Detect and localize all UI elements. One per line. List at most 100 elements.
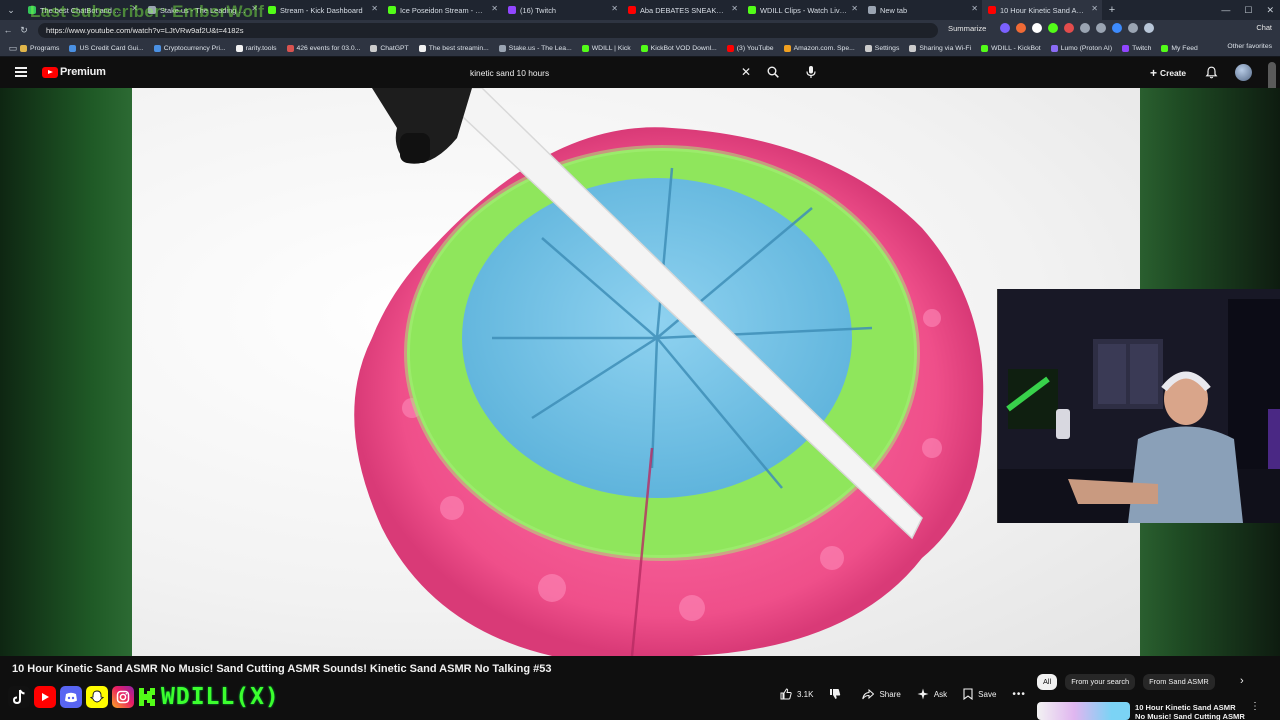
ask-label: Ask: [933, 689, 948, 699]
url-field[interactable]: https://www.youtube.com/watch?v=LJtVRw9a…: [38, 22, 938, 38]
profile-icon[interactable]: [1144, 23, 1154, 33]
close-tab-icon[interactable]: ✕: [851, 4, 858, 13]
ambient-glow-left: [0, 88, 132, 656]
filter-chip[interactable]: From your search: [1065, 674, 1136, 690]
chevron-right-icon[interactable]: ›: [1240, 675, 1244, 687]
extension-icon[interactable]: [1112, 23, 1122, 33]
next-video-thumbnail[interactable]: [1037, 702, 1130, 720]
close-tab-icon[interactable]: ✕: [491, 4, 498, 13]
bookmark-item[interactable]: (3) YouTube: [726, 44, 774, 52]
new-tab-button[interactable]: +: [1102, 4, 1122, 16]
chat-button[interactable]: Chat: [1256, 23, 1272, 32]
search-icon[interactable]: [767, 66, 779, 78]
bookmark-item[interactable]: rarity.tools: [235, 44, 277, 52]
screen: ⌄ The best ChatBot and Widgets fo✕Stake.…: [0, 0, 1280, 720]
menu-icon[interactable]: [15, 67, 27, 77]
browser-tab[interactable]: Ice Poseidon Stream - Watch Live✕: [382, 0, 502, 20]
save-button[interactable]: Save: [955, 684, 1004, 704]
extension-icon[interactable]: [1096, 23, 1106, 33]
bookmark-item[interactable]: WDILL | Kick: [581, 44, 631, 52]
tab-actions-menu-icon[interactable]: ⌄: [0, 0, 22, 20]
bookmark-item[interactable]: WDILL - KickBot: [981, 44, 1041, 52]
microphone-icon[interactable]: [805, 65, 817, 79]
extension-icon[interactable]: [1000, 23, 1010, 33]
more-actions-icon[interactable]: •••: [1004, 684, 1034, 704]
extension-icon[interactable]: [1032, 23, 1042, 33]
search-input[interactable]: kinetic sand 10 hours: [463, 63, 761, 83]
bookmark-item[interactable]: The best streamin...: [418, 44, 489, 52]
extension-icon[interactable]: [1080, 23, 1090, 33]
bookmark-favicon-icon: [286, 44, 294, 52]
bookmark-item[interactable]: US Credit Card Gui...: [69, 44, 144, 52]
bookmark-item[interactable]: Cryptocurrency Pri...: [153, 44, 226, 52]
next-video-title[interactable]: 10 Hour Kinetic Sand ASMR No Music! Sand…: [1135, 703, 1245, 720]
bookmark-item[interactable]: Settings: [864, 44, 899, 52]
close-tab-icon[interactable]: ✕: [1091, 4, 1098, 13]
back-icon[interactable]: ←: [0, 25, 16, 35]
bookmark-item[interactable]: Lumo (Proton AI): [1050, 44, 1112, 52]
bookmark-item[interactable]: Stake.us - The Lea...: [498, 44, 572, 52]
filter-chip[interactable]: From Sand ASMR: [1143, 674, 1215, 690]
filter-chip[interactable]: All: [1037, 674, 1058, 690]
minimize-icon[interactable]: —: [1221, 5, 1230, 15]
close-tab-icon[interactable]: ✕: [731, 4, 738, 13]
browser-tab[interactable]: New tab ✕: [862, 0, 982, 20]
share-label: Share: [879, 689, 901, 699]
close-tab-icon[interactable]: ✕: [371, 4, 378, 13]
tab-title: (16) Twitch: [520, 5, 557, 15]
browser-tab[interactable]: The best ChatBot and Widgets fo✕: [22, 0, 142, 20]
browser-tab[interactable]: WDILL Clips - Watch Live on Kick✕: [742, 0, 862, 20]
browser-tab[interactable]: Stake.us - The Leading Social Ca✕: [142, 0, 262, 20]
dislike-button[interactable]: [821, 684, 854, 704]
video-actions: 3.1K Share Ask Save •••: [772, 684, 1034, 704]
tab-title: Aba DEBATES SNEAKO on Friends: [640, 5, 728, 15]
extension-icon[interactable]: [1128, 23, 1138, 33]
like-count: 3.1K: [797, 689, 814, 699]
create-label: Create: [1160, 68, 1187, 78]
close-tab-icon[interactable]: ✕: [971, 4, 978, 13]
refresh-icon[interactable]: ↻: [16, 25, 32, 36]
share-button[interactable]: Share: [854, 684, 908, 704]
tab-title: Stake.us - The Leading Social Ca: [160, 5, 248, 15]
bookmark-item[interactable]: Amazon.com. Spe...: [783, 44, 855, 52]
tab-favicon-icon: [388, 6, 396, 14]
summarize-button[interactable]: Summarize: [948, 24, 986, 33]
close-tab-icon[interactable]: ✕: [611, 4, 618, 13]
notifications-bell-icon[interactable]: [1205, 66, 1218, 79]
browser-tab[interactable]: 10 Hour Kinetic Sand ASMR No M✕: [982, 0, 1102, 20]
youtube-logo-icon[interactable]: [42, 67, 58, 78]
bookmark-item[interactable]: 426 events for 03.0...: [286, 44, 360, 52]
ask-button[interactable]: Ask: [909, 684, 955, 704]
close-tab-icon[interactable]: ✕: [251, 4, 258, 13]
avatar[interactable]: [1235, 64, 1252, 81]
like-button[interactable]: 3.1K: [772, 684, 821, 704]
bookmarks-sidebar-icon[interactable]: ▭: [6, 43, 20, 54]
create-button[interactable]: + Create: [1150, 66, 1186, 80]
next-video-more-icon[interactable]: ⋮: [1250, 701, 1260, 712]
bookmark-item[interactable]: ChatGPT: [370, 44, 409, 52]
browser-tab[interactable]: (16) Twitch ✕: [502, 0, 622, 20]
browser-tab[interactable]: Aba DEBATES SNEAKO on Friends✕: [622, 0, 742, 20]
plus-icon: +: [1150, 66, 1158, 80]
clear-search-icon[interactable]: ✕: [741, 65, 751, 79]
extension-icon[interactable]: [1064, 23, 1074, 33]
maximize-icon[interactable]: ☐: [1244, 5, 1252, 16]
close-tab-icon[interactable]: ✕: [131, 4, 138, 13]
other-favorites[interactable]: Other favorites: [1227, 43, 1272, 50]
bookmark-favicon-icon: [1050, 44, 1058, 52]
extension-icon[interactable]: [1016, 23, 1026, 33]
thumbs-up-icon: [780, 688, 792, 700]
bookmark-item[interactable]: Programs: [20, 44, 60, 52]
close-window-icon[interactable]: ✕: [1266, 5, 1274, 16]
bookmark-item[interactable]: Sharing via Wi-Fi: [909, 44, 971, 52]
bookmark-item[interactable]: KickBot VOD Downl...: [640, 44, 717, 52]
video-player[interactable]: [132, 88, 1140, 656]
browser-tab[interactable]: Stream - Kick Dashboard ✕: [262, 0, 382, 20]
extension-icon[interactable]: [1048, 23, 1058, 33]
bookmark-label: Programs: [30, 44, 60, 52]
bookmark-item[interactable]: Twitch: [1122, 44, 1151, 52]
youtube-premium-label[interactable]: Premium: [60, 66, 106, 78]
tab-title: The best ChatBot and Widgets fo: [40, 5, 128, 15]
bookmark-item[interactable]: My Feed: [1161, 44, 1198, 52]
youtube-icon: [34, 686, 56, 708]
